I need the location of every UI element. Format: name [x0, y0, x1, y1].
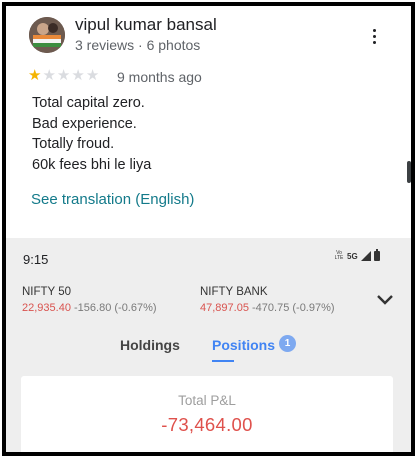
pnl-value: -73,464.00: [161, 414, 253, 435]
network-type: 5G: [347, 251, 358, 261]
volte-label: Vo LTE: [334, 250, 344, 261]
tab-holdings: Holdings: [120, 337, 180, 353]
index-name: NIFTY 50: [22, 286, 71, 298]
portfolio-tabs: Holdings Positions 1: [6, 332, 411, 364]
review-text-line: Totally froud.: [32, 136, 115, 152]
index-change: -156.80 (-0.67%): [74, 302, 157, 314]
review-time: 9 months ago: [117, 69, 202, 85]
scrollbar-thumb[interactable]: [407, 161, 411, 183]
see-translation-link[interactable]: See translation (English): [31, 191, 194, 208]
index-values: 22,935.40 -156.80 (-0.67%): [22, 302, 157, 314]
screenshot-frame: vipul kumar bansal 3 reviews · 6 photos …: [2, 2, 415, 456]
index-name: NIFTY BANK: [200, 286, 268, 298]
index-nifty-50: NIFTY 50 22,935.40 -156.80 (-0.67%): [22, 286, 157, 314]
star-icon: ★: [85, 67, 100, 84]
more-vert-icon[interactable]: [366, 24, 382, 48]
review-text-line: Total capital zero.: [32, 95, 145, 111]
status-icons: Vo LTE 5G: [334, 249, 380, 261]
review-card: vipul kumar bansal 3 reviews · 6 photos …: [6, 6, 411, 238]
positions-count-badge: 1: [279, 335, 296, 352]
star-icon: ★: [56, 67, 71, 84]
reviewer-meta: 3 reviews · 6 photos: [75, 37, 201, 53]
review-text-line: 60k fees bhi le liya: [32, 156, 152, 173]
star-icon: ★: [28, 67, 42, 84]
battery-icon: [373, 249, 380, 261]
chevron-down-icon: [377, 295, 393, 305]
index-price: 22,935.40: [22, 302, 71, 314]
status-time: 9:15: [23, 252, 49, 267]
pnl-label: Total P&L: [178, 393, 236, 408]
active-tab-indicator: [212, 360, 234, 362]
index-change: -470.75 (-0.97%): [252, 302, 335, 314]
reviewer-avatar[interactable]: [29, 17, 65, 53]
attached-screenshot[interactable]: 9:15 Vo LTE 5G NIFTY 50 22,935.40 -156.8…: [6, 238, 411, 452]
index-nifty-bank: NIFTY BANK 47,897.05 -470.75 (-0.97%): [200, 286, 335, 314]
star-icon: ★: [71, 67, 85, 84]
star-rating: ★ ★ ★ ★ ★: [28, 68, 99, 84]
tab-positions: Positions: [212, 337, 276, 353]
index-values: 47,897.05 -470.75 (-0.97%): [200, 302, 335, 314]
review-text-line: Bad experience.: [32, 115, 137, 132]
review-text: Total capital zero. Bad experience. Tota…: [32, 93, 151, 175]
reviewer-name[interactable]: vipul kumar bansal: [75, 15, 217, 35]
signal-icon: [360, 251, 371, 261]
pnl-card: Total P&L -73,464.00: [21, 376, 393, 452]
index-price: 47,897.05: [200, 302, 249, 314]
star-icon: ★: [42, 67, 56, 84]
